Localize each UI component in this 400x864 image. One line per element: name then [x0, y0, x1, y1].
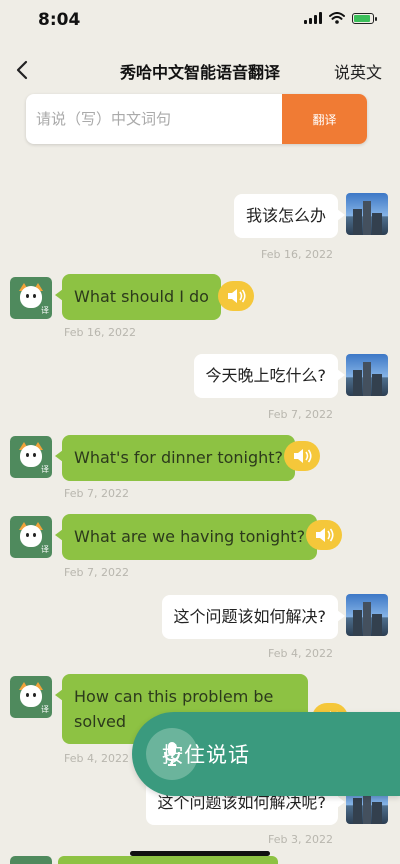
- bot-message-bubble: What should I do: [55, 274, 221, 320]
- message-timestamp: Feb 16, 2022: [261, 248, 333, 261]
- bot-avatar-tag: 译: [41, 545, 49, 554]
- bot-message-bubble: What are we having tonight?: [54, 514, 318, 560]
- message-timestamp: Feb 3, 2022: [268, 833, 333, 846]
- user-message-bubble: 这个问题该如何解决?: [161, 595, 345, 639]
- speaker-icon: [316, 528, 334, 542]
- bot-avatar-tag: 译: [41, 465, 49, 474]
- message-timestamp: Feb 7, 2022: [64, 566, 129, 579]
- hold-to-talk-button[interactable]: 按住说话: [132, 712, 400, 796]
- bot-avatar-tag: 译: [41, 306, 49, 315]
- translate-input-bar: 翻译: [26, 94, 367, 144]
- status-icons: [304, 12, 377, 24]
- nav-bar: 秀哈中文智能语音翻译 说英文: [0, 50, 400, 90]
- hold-to-talk-label: 按住说话: [162, 743, 250, 767]
- bot-avatar-tag: 译: [41, 705, 49, 714]
- bot-avatar: 译: [10, 516, 52, 558]
- status-time: 8:04: [38, 10, 81, 30]
- user-avatar: [346, 354, 388, 396]
- speaker-button[interactable]: [218, 281, 254, 311]
- user-message-bubble: 今天晚上吃什么?: [193, 354, 345, 398]
- speaker-button[interactable]: [284, 441, 320, 471]
- speaker-button[interactable]: [306, 520, 342, 550]
- bot-message-bubble: [58, 856, 278, 864]
- message-timestamp: Feb 7, 2022: [268, 408, 333, 421]
- user-avatar: [346, 193, 388, 235]
- wifi-icon: [329, 12, 345, 24]
- bot-avatar: 译: [10, 676, 52, 718]
- home-indicator[interactable]: [130, 851, 270, 856]
- bot-message-bubble: What's for dinner tonight?: [54, 435, 296, 481]
- battery-icon: [352, 12, 377, 24]
- bot-avatar: [10, 856, 52, 864]
- cellular-signal-icon: [304, 12, 322, 24]
- translate-button[interactable]: 翻译: [282, 94, 367, 144]
- speak-english-button[interactable]: 说英文: [334, 59, 382, 83]
- bot-avatar: 译: [10, 277, 52, 319]
- message-timestamp: Feb 4, 2022: [64, 752, 129, 765]
- speaker-icon: [228, 289, 246, 303]
- chinese-text-input[interactable]: [26, 94, 282, 144]
- message-timestamp: Feb 7, 2022: [64, 487, 129, 500]
- status-bar: 8:04: [0, 0, 400, 44]
- speaker-icon: [294, 449, 312, 463]
- bot-avatar: 译: [10, 436, 52, 478]
- message-timestamp: Feb 4, 2022: [268, 647, 333, 660]
- user-message-bubble: 我该怎么办: [233, 194, 346, 238]
- user-avatar: [346, 594, 388, 636]
- message-timestamp: Feb 16, 2022: [64, 326, 136, 339]
